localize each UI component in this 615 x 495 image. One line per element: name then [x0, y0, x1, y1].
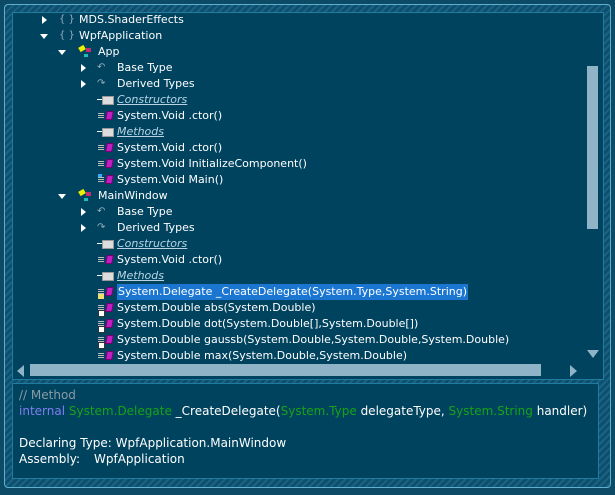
scroll-right-arrow-icon[interactable]	[570, 365, 577, 377]
declaring-type-value[interactable]: WpfApplication.MainWindow	[116, 436, 287, 450]
namespace-icon: { }	[59, 14, 75, 25]
method-icon	[97, 142, 114, 154]
tree-item[interactable]: System.Void .ctor()	[13, 252, 583, 268]
expand-down-icon[interactable]	[40, 34, 48, 39]
private-method-icon	[97, 302, 114, 317]
signature-keyword: internal	[19, 404, 66, 418]
assembly-label: Assembly:	[19, 452, 81, 466]
tree-item-label[interactable]: Derived Types	[117, 76, 195, 92]
tree-item-label[interactable]: System.Void .ctor()	[117, 108, 222, 124]
tree-item[interactable]: ↷ Derived Types	[13, 220, 583, 236]
tree-item-label[interactable]: Methods	[117, 268, 164, 284]
signature-param2-type: System.String	[448, 404, 533, 418]
expand-right-icon[interactable]	[81, 80, 86, 88]
base-type-icon: ↶	[97, 206, 106, 217]
tree-item-label[interactable]: Constructors	[117, 92, 187, 108]
tree-item[interactable]: System.Delegate _CreateDelegate(System.T…	[13, 284, 583, 300]
tree-item-label[interactable]: System.Double abs(System.Double)	[117, 300, 316, 316]
method-icon	[97, 254, 114, 266]
tree-item-label[interactable]: System.Double gaussb(System.Double,Syste…	[117, 332, 509, 348]
tree-item-label[interactable]: MDS.ShaderEffects	[79, 13, 184, 28]
signature-return-type: System.Delegate	[68, 404, 172, 418]
tree-item-label[interactable]: System.Void Main()	[117, 172, 223, 188]
tree-item-label[interactable]: System.Double max(System.Double,System.D…	[117, 348, 407, 362]
group-icon	[97, 126, 114, 138]
class-icon	[78, 44, 94, 58]
tree-item[interactable]: System.Void InitializeComponent()	[13, 156, 583, 172]
class-icon	[78, 188, 94, 202]
tree-item-label[interactable]: App	[98, 44, 120, 60]
tree-item-label[interactable]: Constructors	[117, 236, 187, 252]
tree-item-label-selected[interactable]: System.Delegate _CreateDelegate(System.T…	[117, 284, 468, 300]
tree-item[interactable]: Methods	[13, 268, 583, 284]
method-icon	[97, 350, 114, 362]
tree-item[interactable]: ↶ Base Type	[13, 60, 583, 76]
expand-down-icon[interactable]	[58, 194, 66, 199]
expand-down-icon[interactable]	[58, 50, 66, 55]
horizontal-scrollbar[interactable]	[13, 363, 584, 378]
tree-item-label[interactable]: MainWindow	[98, 188, 168, 204]
declaring-type-label: Declaring Type:	[19, 436, 112, 450]
vertical-scroll-thumb[interactable]	[587, 66, 598, 229]
tree-item[interactable]: ↷ Derived Types	[13, 76, 583, 92]
tree-item[interactable]: ↶ Base Type	[13, 204, 583, 220]
tree-item[interactable]: App	[13, 44, 583, 60]
scroll-left-arrow-icon[interactable]	[17, 365, 24, 377]
declaring-type-line: Declaring Type: WpfApplication.MainWindo…	[19, 435, 598, 451]
private-method-icon	[97, 318, 114, 333]
group-icon	[97, 238, 114, 250]
internal-method-icon	[97, 286, 114, 299]
vertical-scrollbar[interactable]	[584, 13, 602, 363]
signature-param2-name: handler)	[532, 404, 588, 418]
signature-param1-name: delegateType,	[356, 404, 449, 418]
base-type-icon: ↶	[97, 62, 106, 73]
tree-item-label[interactable]: Base Type	[117, 204, 173, 220]
method-signature: internal System.Delegate _CreateDelegate…	[19, 403, 598, 419]
tree-item[interactable]: Constructors	[13, 236, 583, 252]
assembly-value[interactable]: WpfApplication	[94, 452, 185, 466]
expand-right-icon[interactable]	[81, 224, 86, 232]
tree-item-label[interactable]: Base Type	[117, 60, 173, 76]
tree-item[interactable]: System.Void Main()	[13, 172, 583, 188]
expand-right-icon[interactable]	[42, 16, 47, 24]
horizontal-scroll-thumb[interactable]	[30, 364, 541, 376]
method-icon	[97, 158, 114, 170]
tree-item[interactable]: Constructors	[13, 92, 583, 108]
tree-item[interactable]: System.Double abs(System.Double)	[13, 300, 583, 317]
tree-item-label[interactable]: Methods	[117, 124, 164, 140]
method-icon	[97, 110, 114, 122]
tree-item-label[interactable]: WpfApplication	[79, 28, 162, 44]
tree-item-label[interactable]: System.Void .ctor()	[117, 140, 222, 156]
details-panel: // Method internal System.Delegate _Crea…	[12, 383, 599, 479]
tree-item[interactable]: { } MDS.ShaderEffects	[13, 13, 583, 28]
tree-item[interactable]: { } WpfApplication	[13, 28, 583, 44]
private-method-icon	[97, 334, 114, 349]
namespace-icon: { }	[59, 30, 75, 41]
member-tree[interactable]: { } MDS.ShaderEffects { } WpfApplication App…	[12, 12, 604, 380]
assembly-line: Assembly: WpfApplication	[19, 451, 598, 467]
tree-item[interactable]: MainWindow	[13, 188, 583, 204]
tree-rows: { } MDS.ShaderEffects { } WpfApplication App…	[13, 13, 583, 362]
static-method-icon	[97, 174, 114, 186]
tree-item-label[interactable]: Derived Types	[117, 220, 195, 236]
tree-item-label[interactable]: System.Void .ctor()	[117, 252, 222, 268]
signature-param1-type: System.Type	[280, 404, 357, 418]
tree-item[interactable]: System.Double max(System.Double,System.D…	[13, 348, 583, 362]
tree-item[interactable]: System.Double gaussb(System.Double,Syste…	[13, 332, 583, 349]
tree-item[interactable]: Methods	[13, 124, 583, 140]
derived-types-icon: ↷	[97, 222, 106, 233]
expand-right-icon[interactable]	[81, 64, 86, 72]
derived-types-icon: ↷	[97, 78, 106, 89]
expand-right-icon[interactable]	[81, 208, 86, 216]
group-icon	[97, 270, 114, 282]
scroll-down-arrow-icon[interactable]	[587, 350, 599, 358]
tree-item-label[interactable]: System.Double dot(System.Double[],System…	[117, 316, 418, 332]
signature-method-name: _CreateDelegate(	[171, 404, 281, 418]
tree-item[interactable]: System.Void .ctor()	[13, 140, 583, 156]
tree-item[interactable]: System.Double dot(System.Double[],System…	[13, 316, 583, 333]
details-comment: // Method	[19, 388, 76, 402]
tree-item[interactable]: System.Void .ctor()	[13, 108, 583, 124]
tree-item-label[interactable]: System.Void InitializeComponent()	[117, 156, 307, 172]
group-icon	[97, 94, 114, 106]
